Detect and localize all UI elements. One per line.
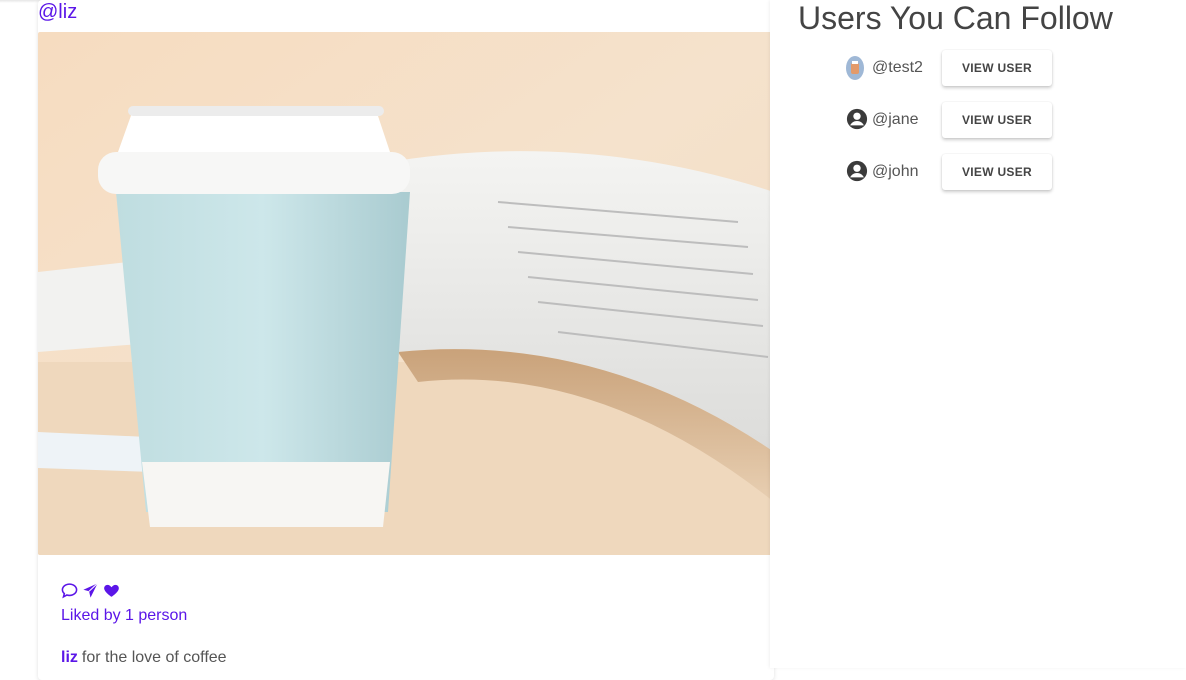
view-user-button[interactable]: VIEW USER	[942, 154, 1052, 190]
heart-icon[interactable]	[103, 582, 120, 599]
post-image	[38, 32, 774, 555]
post-card: @liz Liked by 1 person liz for the love …	[38, 0, 774, 680]
send-icon[interactable]	[82, 582, 99, 599]
user-handle: @jane	[872, 111, 919, 128]
comment-icon[interactable]	[61, 582, 78, 599]
user-handle: @test2	[872, 59, 923, 76]
default-avatar-icon	[846, 108, 868, 132]
suggestions-title: Users You Can Follow	[798, 0, 1113, 36]
post-author-link[interactable]: @liz	[38, 1, 77, 24]
view-user-button[interactable]: VIEW USER	[942, 102, 1052, 138]
post-actions	[61, 582, 120, 599]
photo-avatar	[846, 56, 866, 80]
caption-username[interactable]: liz	[61, 649, 78, 666]
suggestions-panel: Users You Can Follow @test2 VIEW USER @j…	[770, 0, 1186, 668]
view-user-button[interactable]: VIEW USER	[942, 50, 1052, 86]
suggested-user-row: @jane VIEW USER	[846, 100, 1166, 140]
suggested-user-row: @test2 VIEW USER	[846, 48, 1166, 88]
suggested-user-row: @john VIEW USER	[846, 152, 1166, 192]
caption-text: for the love of coffee	[81, 649, 227, 666]
liked-by-text[interactable]: Liked by 1 person	[61, 607, 187, 625]
user-handle: @john	[872, 163, 919, 180]
post-caption: liz for the love of coffee	[61, 649, 227, 667]
default-avatar-icon	[846, 160, 868, 184]
